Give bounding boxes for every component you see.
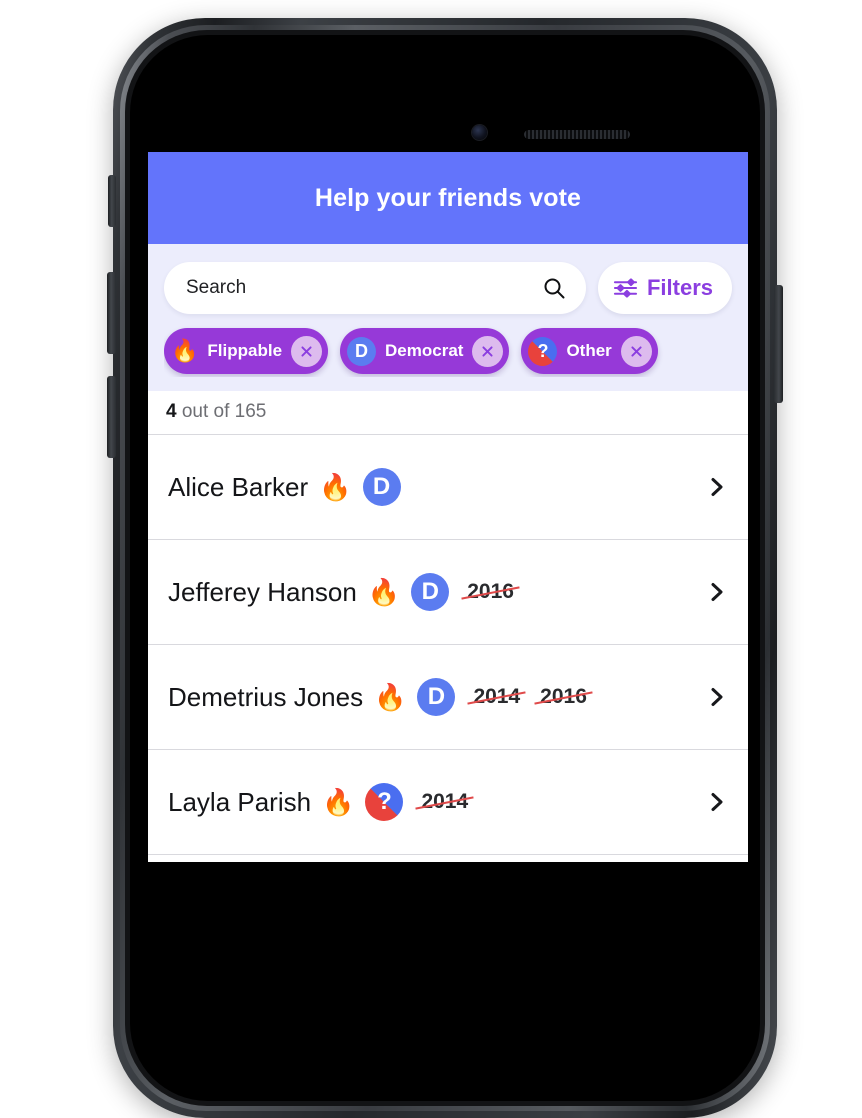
remove-filter-other-button[interactable] xyxy=(620,335,652,367)
other-party-badge-icon: ? xyxy=(528,336,558,366)
filter-chip-democrat[interactable]: D Democrat xyxy=(340,328,510,374)
close-icon xyxy=(482,345,494,357)
chevron-right-icon[interactable] xyxy=(706,581,728,603)
democrat-badge-icon: D xyxy=(417,678,456,716)
remove-filter-democrat-button[interactable] xyxy=(472,335,504,367)
close-icon xyxy=(631,345,642,357)
filter-chip-label: Other xyxy=(566,341,612,360)
democrat-badge-icon: D xyxy=(411,573,450,611)
democrat-badge-icon: D xyxy=(347,336,377,366)
fire-emoji-icon: 🔥 xyxy=(374,682,407,712)
results-count: 4 out of 165 xyxy=(148,391,748,435)
list-item[interactable]: Demetrius Jones 🔥 D 2014 2016 xyxy=(148,645,748,750)
earpiece-speaker-icon xyxy=(524,130,630,139)
power-button[interactable] xyxy=(774,285,783,403)
mute-switch[interactable] xyxy=(108,175,116,227)
volume-down-button[interactable] xyxy=(107,376,116,458)
app-header: Help your friends vote xyxy=(148,152,748,244)
chevron-right-icon[interactable] xyxy=(706,476,728,498)
list-item[interactable]: Alice Barker 🔥 D xyxy=(148,435,748,540)
screenshot-canvas: Help your friends vote Search Filters 🔥 … xyxy=(0,0,862,1118)
other-party-badge-icon: ? xyxy=(365,783,404,821)
missed-year: 2014 xyxy=(421,790,469,813)
active-filter-chips: 🔥 Flippable D Democrat ? Other xyxy=(164,314,732,377)
search-input[interactable] xyxy=(186,277,542,299)
list-item-content: Jefferey Hanson 🔥 D 2016 xyxy=(168,573,696,611)
filter-chip-label: Democrat xyxy=(385,341,464,360)
front-camera-icon xyxy=(472,125,487,140)
missed-year: 2016 xyxy=(540,685,587,708)
search-row: Filters xyxy=(164,262,732,314)
page-title: Help your friends vote xyxy=(314,183,582,212)
democrat-badge-icon: D xyxy=(362,468,401,506)
list-item[interactable]: Jefferey Hanson 🔥 D 2016 xyxy=(148,540,748,645)
fire-emoji-icon: 🔥 xyxy=(319,472,352,502)
volume-up-button[interactable] xyxy=(107,272,116,354)
person-name: Demetrius Jones xyxy=(168,681,364,712)
filter-chip-label: Flippable xyxy=(207,341,283,360)
search-box[interactable] xyxy=(164,262,586,314)
fire-emoji-icon: 🔥 xyxy=(322,787,355,817)
remove-filter-flippable-button[interactable] xyxy=(291,335,323,367)
search-icon[interactable] xyxy=(542,276,566,300)
filters-button-label: Filters xyxy=(646,275,713,300)
app-screen: Help your friends vote Search Filters 🔥 … xyxy=(148,152,748,862)
search-and-filters-band: Filters 🔥 Flippable xyxy=(148,244,748,391)
missed-year: 2014 xyxy=(473,685,521,708)
missed-years-list: 2016 xyxy=(465,580,516,604)
chevron-right-icon[interactable] xyxy=(706,686,728,708)
results-count-total: out of 165 xyxy=(176,401,267,422)
fire-emoji-icon: 🔥 xyxy=(367,577,401,607)
fire-emoji-icon: 🔥 xyxy=(171,338,199,363)
chevron-right-icon[interactable] xyxy=(706,791,728,813)
list-item-content: Layla Parish 🔥 ? 2014 xyxy=(168,783,696,821)
list-item-content: Alice Barker 🔥 D xyxy=(168,468,696,506)
missed-years-list: 2014 2016 xyxy=(471,685,588,709)
missed-years-list: 2014 xyxy=(419,790,470,814)
friends-list: Alice Barker 🔥 D Jefferey Hanson 🔥 D 201… xyxy=(148,435,748,855)
list-item[interactable]: Layla Parish 🔥 ? 2014 xyxy=(148,750,748,855)
close-icon xyxy=(301,345,312,357)
person-name: Alice Barker xyxy=(168,471,309,502)
person-name: Layla Parish xyxy=(168,786,312,817)
missed-year: 2016 xyxy=(467,580,514,603)
filter-chip-flippable[interactable]: 🔥 Flippable xyxy=(164,328,329,374)
filter-chip-other[interactable]: ? Other xyxy=(521,328,658,374)
list-item-content: Demetrius Jones 🔥 D 2014 2016 xyxy=(168,678,696,716)
sliders-icon xyxy=(613,278,638,298)
filters-button[interactable]: Filters xyxy=(597,262,732,314)
person-name: Jefferey Hanson xyxy=(168,576,357,607)
results-count-current: 4 xyxy=(166,401,177,422)
